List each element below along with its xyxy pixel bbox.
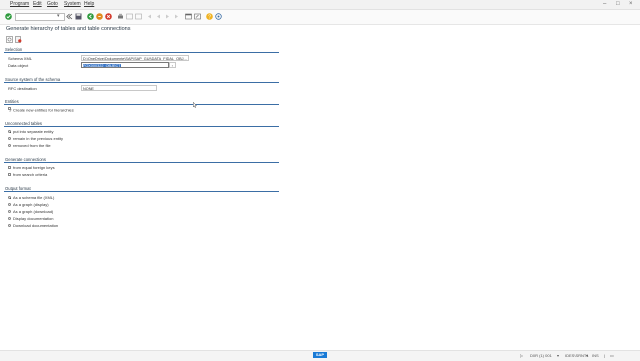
next-page-icon[interactable] [164,13,171,20]
rfc-destination-field[interactable]: NONE [81,85,157,91]
data-object-value: FOX000322_OBJECT [83,64,121,68]
create-new-entities-label: Create new entities for hierarchies [13,107,74,113]
output-divider [4,191,279,192]
create-new-entities-option[interactable]: ✓Create new entities for hierarchies [8,107,74,113]
output-schema-label: As a schema file (XML) [13,195,55,200]
foreign-keys-label: from equal foreign keys [13,165,55,170]
unconnected-option-separate[interactable]: put into separate entity [8,129,53,134]
system-toolbar: ▾ ? [0,10,640,25]
status-separator-icon: | [604,353,606,358]
menu-help[interactable]: Help [84,1,94,7]
source-divider [4,82,279,83]
exit-icon[interactable] [96,13,103,20]
find-icon[interactable] [126,13,133,20]
menu-bar: Program Edit Goto System Help – □ × [0,0,640,10]
unconnected-remove-label: removed from the file [13,143,51,148]
generate-option-foreign-keys[interactable]: from equal foreign keys [8,165,55,170]
selection-divider [4,52,279,53]
menu-goto[interactable]: Goto [47,1,58,7]
status-system: D0R (1) 001 [530,353,552,358]
mouse-cursor-icon [193,95,197,108]
menu-program[interactable]: Program [10,1,29,7]
status-dropdown-icon[interactable]: ▾ [557,353,559,358]
output-option-schema-file[interactable]: As a schema file (XML) [8,195,54,200]
schema-xml-label: Schema XML [8,56,33,61]
help-icon[interactable]: ? [206,13,213,20]
svg-text:?: ? [208,14,211,20]
output-download-doc-radio[interactable] [8,224,11,228]
enter-check-icon[interactable] [5,13,12,20]
output-option-graph-display[interactable]: As a graph (display) [8,202,49,207]
new-session-icon[interactable] [185,13,192,20]
output-schema-radio[interactable] [8,196,11,200]
output-download-doc-label: Download documentation [13,223,59,228]
status-server-dropdown-icon[interactable]: ▾ [586,353,588,358]
unconnected-remain-radio[interactable] [8,137,11,141]
rfc-destination-value: NONE [83,87,94,91]
schema-xml-field[interactable]: D:\OneDrive\Dokumente\SAP\SAP_GUI\DATA_F… [81,55,189,61]
generate-divider [4,162,279,163]
menu-system[interactable]: System [64,1,81,7]
sap-logo: SAP [313,352,327,358]
output-graph-display-label: As a graph (display) [13,202,49,207]
unconnected-remain-label: remain in the previous entity [13,136,64,141]
search-criteria-label: from search criteria [13,172,48,177]
application-toolbar [0,34,640,44]
unconnected-remove-radio[interactable] [8,144,11,148]
data-object-label: Data object [8,63,29,68]
find-next-icon[interactable] [135,13,142,20]
search-criteria-checkbox[interactable] [8,173,11,177]
fast-back-icon[interactable] [66,13,73,20]
output-graph-download-label: As a graph (download) [13,209,54,214]
output-display-doc-label: Display documentation [13,216,54,221]
customize-layout-icon[interactable] [215,13,222,20]
first-page-icon[interactable] [146,13,153,20]
execute-icon[interactable] [6,36,13,43]
status-mode: INS [592,353,599,358]
status-edit-icon[interactable]: ▭ [610,353,614,358]
menu-edit[interactable]: Edit [33,1,42,7]
save-icon[interactable] [75,13,82,20]
generate-option-search-criteria[interactable]: from search criteria [8,172,47,177]
command-dropdown-icon[interactable]: ▾ [57,13,60,19]
data-object-value-help-icon[interactable]: ▫ [169,62,176,68]
unconnected-option-remain[interactable]: remain in the previous entity [8,136,63,141]
output-option-display-doc[interactable]: Display documentation [8,216,53,221]
print-icon[interactable] [117,13,124,20]
output-graph-download-radio[interactable] [8,210,11,214]
minimize-icon[interactable]: – [603,1,606,7]
rfc-destination-label: RFC destination [8,86,37,91]
last-page-icon[interactable] [173,13,180,20]
data-object-field[interactable]: FOX000322_OBJECT [81,62,169,68]
page-title: Generate hierarchy of tables and table c… [6,26,131,32]
foreign-keys-checkbox[interactable] [8,166,11,170]
previous-page-icon[interactable] [155,13,162,20]
cancel-icon[interactable] [105,13,112,20]
output-graph-display-radio[interactable] [8,203,11,207]
output-display-doc-radio[interactable] [8,217,11,221]
maximize-icon[interactable]: □ [616,1,620,7]
variant-icon[interactable] [15,36,22,43]
back-icon[interactable] [87,13,94,20]
unconnected-separate-radio[interactable] [8,130,11,134]
output-option-graph-download[interactable]: As a graph (download) [8,209,53,214]
unconnected-option-remove[interactable]: removed from the file [8,143,51,148]
schema-xml-value: D:\OneDrive\Dokumente\SAP\SAP_GUI\DATA_F… [83,57,187,61]
create-new-entities-checkbox[interactable]: ✓ [8,107,12,113]
unconnected-divider [4,126,279,127]
status-collapse-icon[interactable]: ▷ [520,353,523,358]
close-icon[interactable]: × [629,1,633,7]
output-option-download-doc[interactable]: Download documentation [8,223,58,228]
entities-divider [4,104,279,105]
shortcut-icon[interactable] [194,13,201,20]
unconnected-separate-label: put into separate entity [13,129,54,134]
